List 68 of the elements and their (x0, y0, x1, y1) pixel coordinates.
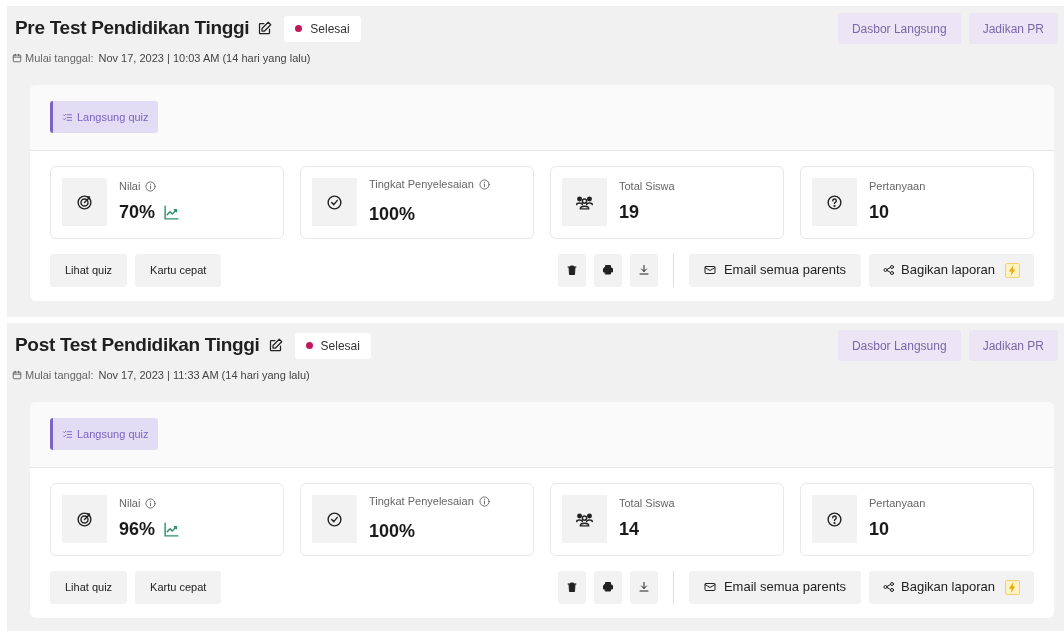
quiz-title: Post Test Pendidikan Tinggi (15, 333, 260, 358)
email-parents-button[interactable]: Email semua parents (688, 570, 862, 604)
flashcards-button[interactable]: Kartu cepat (135, 570, 222, 604)
stat-value: 96% (119, 517, 156, 541)
stat-label: Nilai (119, 179, 141, 195)
check-circle-icon (326, 510, 343, 528)
trash-icon (565, 581, 578, 593)
stat-label: Total Siswa (619, 179, 675, 195)
group-icon (576, 510, 593, 528)
share-report-button[interactable]: Bagikan laporan (869, 253, 1034, 287)
question-icon (826, 193, 843, 211)
delete-button[interactable] (557, 253, 586, 287)
quiz-tab[interactable]: Langsung quiz (50, 101, 158, 133)
calendar-icon (12, 370, 22, 381)
quiz-title: Pre Test Pendidikan Tinggi (15, 16, 250, 41)
mail-icon (703, 581, 716, 593)
view-quiz-button[interactable]: Lihat quiz (50, 570, 128, 604)
edit-icon (267, 338, 283, 353)
calendar-icon (12, 53, 22, 64)
target-icon (76, 510, 93, 528)
homework-button[interactable]: Jadikan PR (968, 330, 1058, 361)
stat-value: 10 (869, 200, 890, 224)
live-dashboard-button[interactable]: Dasbor Langsung (837, 13, 961, 44)
live-dashboard-button[interactable]: Dasbor Langsung (837, 330, 961, 361)
lightning-icon (1005, 579, 1020, 595)
target-icon (76, 193, 93, 211)
stat-value: 19 (619, 200, 640, 224)
lightning-icon (1005, 262, 1020, 278)
checklist-icon (62, 428, 73, 440)
share-icon (883, 264, 896, 276)
stat-value: 70% (119, 200, 156, 224)
stat-label: Total Siswa (619, 496, 675, 512)
date-label: Mulai tanggal: (25, 51, 94, 66)
stat-value: 100% (369, 519, 416, 543)
question-icon (826, 510, 843, 528)
start-date: Nov 17, 2023 | 11:33 AM (14 hari yang lalu) (98, 368, 310, 383)
stat-value: 14 (619, 517, 640, 541)
edit-icon (257, 21, 273, 36)
view-quiz-button[interactable]: Lihat quiz (50, 253, 128, 287)
stat-label: Pertanyaan (869, 496, 926, 512)
stat-label: Nilai (119, 496, 141, 512)
homework-button[interactable]: Jadikan PR (968, 13, 1058, 44)
print-button[interactable] (593, 253, 622, 287)
trash-icon (565, 264, 578, 276)
group-icon (576, 193, 593, 211)
checklist-icon (62, 111, 73, 123)
check-circle-icon (326, 193, 343, 211)
stat-value: 10 (869, 517, 890, 541)
status-badge: Selesai (294, 332, 371, 359)
stat-value: 100% (369, 202, 416, 226)
download-icon (637, 264, 650, 276)
delete-button[interactable] (557, 570, 586, 604)
date-label: Mulai tanggal: (25, 368, 94, 383)
quiz-tab[interactable]: Langsung quiz (50, 418, 158, 450)
download-button[interactable] (629, 253, 658, 287)
flashcards-button[interactable]: Kartu cepat (135, 253, 222, 287)
print-button[interactable] (593, 570, 622, 604)
mail-icon (703, 264, 716, 276)
stat-label: Tingkat Penyelesaian (369, 177, 474, 193)
email-parents-button[interactable]: Email semua parents (688, 253, 862, 287)
start-date: Nov 17, 2023 | 10:03 AM (14 hari yang lalu) (98, 51, 311, 66)
status-badge: Selesai (284, 15, 361, 42)
share-report-button[interactable]: Bagikan laporan (869, 570, 1034, 604)
stat-label: Pertanyaan (869, 179, 926, 195)
download-icon (637, 581, 650, 593)
share-icon (883, 581, 896, 593)
download-button[interactable] (629, 570, 658, 604)
stat-label: Tingkat Penyelesaian (369, 494, 474, 510)
